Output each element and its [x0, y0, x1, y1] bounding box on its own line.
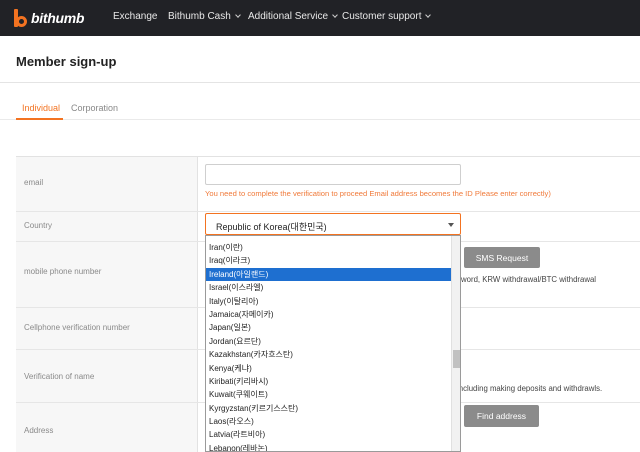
dropdown-option[interactable]: Jordan(요르단) [206, 335, 451, 348]
nav-item-label: Exchange [113, 11, 158, 22]
dropdown-option[interactable]: Latvia(라트비아) [206, 428, 451, 441]
row-divider [16, 211, 640, 212]
country-dropdown-list[interactable]: Iran(이란) Iraq(이라크) Ireland(아일랜드) Israel(… [205, 235, 461, 452]
dropdown-option[interactable]: Kiribati(키리바시) [206, 375, 451, 388]
dropdown-option-selected[interactable]: Ireland(아일랜드) [206, 267, 451, 282]
phone-note: word, KRW withdrawal/BTC withdrawal [461, 275, 597, 284]
dropdown-option[interactable]: Kyrgyzstan(키르기스스탄) [206, 402, 451, 415]
active-tab-indicator [16, 118, 63, 120]
country-options: Iran(이란) Iraq(이라크) Ireland(아일랜드) Israel(… [206, 236, 451, 451]
dropdown-option[interactable]: Jamaica(자메이카) [206, 308, 451, 321]
dropdown-option[interactable]: Japan(일본) [206, 321, 451, 334]
country-label: Country [24, 221, 53, 230]
dropdown-option[interactable]: Kazakhstan(카자흐스탄) [206, 348, 451, 361]
nav-item-label: Bithumb Cash [168, 11, 231, 22]
label-column [16, 157, 198, 452]
chevron-down-icon [332, 12, 338, 18]
bithumb-logo-icon [14, 9, 27, 27]
nav-item-label: Customer support [342, 11, 422, 22]
dropdown-scrollbar[interactable] [451, 236, 460, 451]
nav-item-additional-service[interactable]: Additional Service [248, 11, 338, 22]
dropdown-option[interactable]: Lebanon(레바논) [206, 442, 451, 451]
dropdown-option[interactable]: Italy(이탈리아) [206, 295, 451, 308]
logo-text: bithumb [31, 10, 85, 26]
page-title: Member sign-up [16, 54, 117, 69]
verification-number-label: Cellphone verification number [24, 323, 130, 332]
dropdown-option[interactable]: Laos(라오스) [206, 415, 451, 428]
sms-request-button[interactable]: SMS Request [464, 247, 540, 268]
nav-item-bithumb-cash[interactable]: Bithumb Cash [168, 11, 241, 22]
scrollbar-thumb[interactable] [453, 350, 460, 368]
nav-item-exchange[interactable]: Exchange [113, 11, 157, 22]
address-label: Address [24, 426, 54, 435]
find-address-button[interactable]: Find address [464, 405, 539, 427]
dropdown-option[interactable]: Iraq(이라크) [206, 254, 451, 267]
divider [0, 82, 640, 83]
dropdown-option[interactable]: Iran(이란) [206, 241, 451, 254]
country-select[interactable]: Republic of Korea(대한민국) [205, 213, 461, 235]
nav-item-label: Additional Service [248, 11, 329, 22]
chevron-down-icon [234, 12, 241, 18]
divider [0, 119, 640, 120]
tab-individual[interactable]: Individual [22, 103, 60, 113]
bithumb-logo[interactable]: bithumb [14, 8, 84, 28]
dropdown-option[interactable]: Kuwait(쿠웨이트) [206, 388, 451, 401]
nav-item-customer-support[interactable]: Customer support [342, 11, 432, 22]
name-note: including making deposits and withdrawls… [457, 384, 603, 393]
mobile-phone-label: mobile phone number [24, 267, 102, 276]
name-verification-label: Verification of name [24, 372, 95, 381]
top-nav: bithumb Exchange Bithumb Cash Additional… [0, 0, 640, 36]
country-select-value: Republic of Korea(대한민국) [216, 222, 327, 232]
chevron-down-icon [425, 12, 432, 18]
email-label: email [24, 178, 44, 187]
dropdown-option[interactable]: Israel(이스라엘) [206, 281, 451, 294]
dropdown-option[interactable]: Kenya(케냐) [206, 362, 451, 375]
caret-down-icon [448, 223, 454, 227]
email-input[interactable] [205, 164, 461, 185]
tab-corporation[interactable]: Corporation [71, 103, 118, 113]
email-note: You need to complete the verification to… [205, 189, 551, 198]
